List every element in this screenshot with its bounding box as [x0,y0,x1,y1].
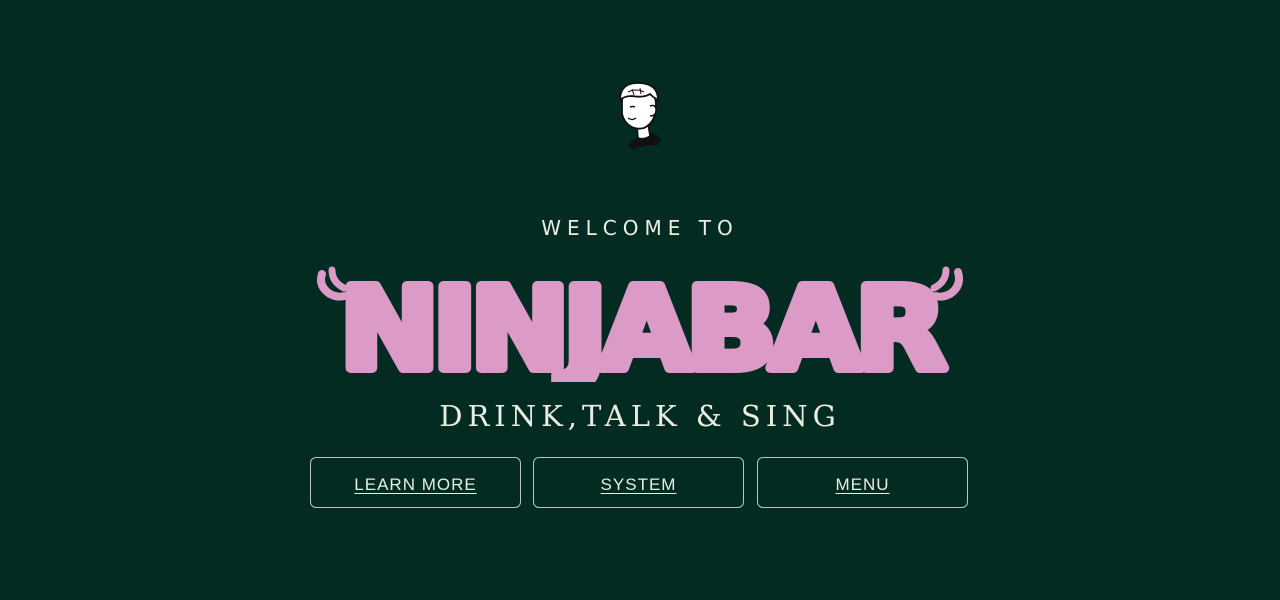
learn-more-button[interactable]: LEARN MORE [310,457,521,508]
ninja-mascot-logo-icon [619,82,662,150]
welcome-heading: WELCOME TO [541,216,739,240]
action-buttons: LEARN MORE SYSTEM MENU [310,457,971,510]
system-button[interactable]: SYSTEM [533,457,744,508]
brand-name-text: NINJABAR [340,265,944,382]
tagline: DRINK,TALK & SING [439,399,841,433]
menu-button[interactable]: MENU [757,457,968,508]
ninjabar-wordmark: NINJABAR [317,262,963,382]
